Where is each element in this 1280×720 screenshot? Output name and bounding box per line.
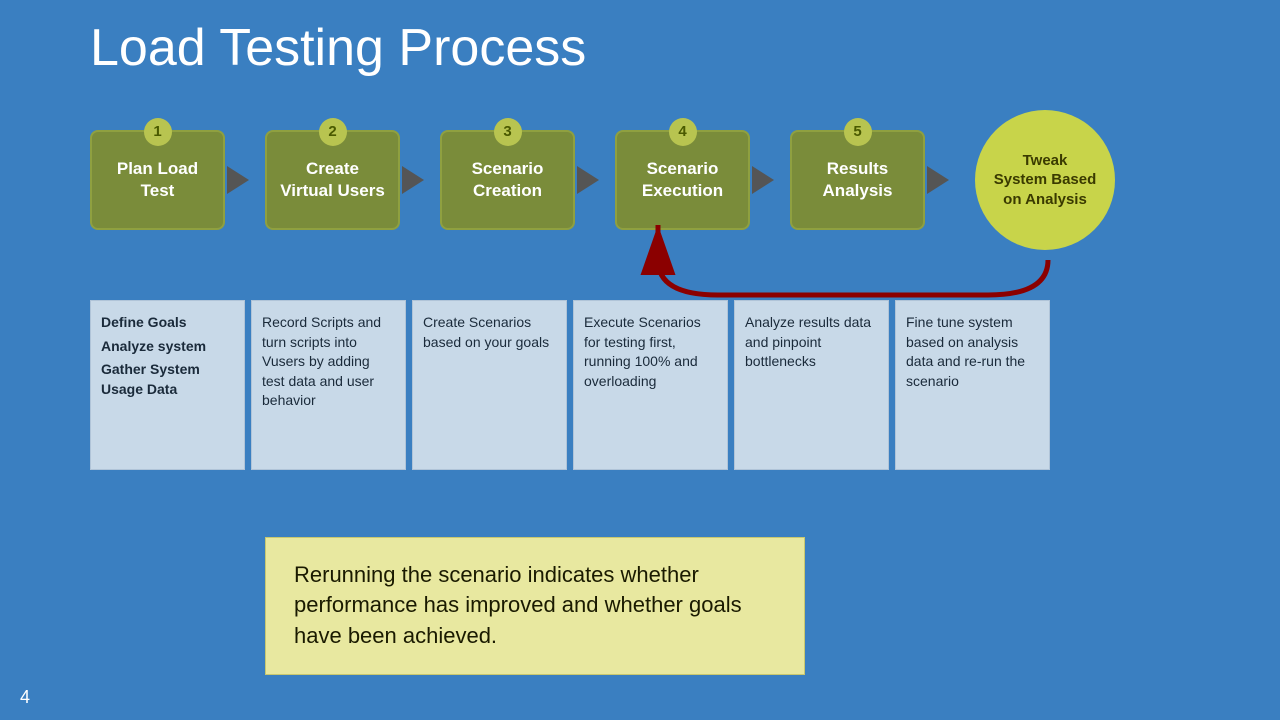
note-box: Rerunning the scenario indicates whether…	[265, 537, 805, 675]
desc-box-6: Fine tune system based on analysis data …	[895, 300, 1050, 470]
step-2-number: 2	[319, 118, 347, 146]
arrow-5-tweak	[927, 166, 963, 194]
step-5-box: 5 ResultsAnalysis	[790, 130, 925, 230]
step-3-box: 3 ScenarioCreation	[440, 130, 575, 230]
step-3-number: 3	[494, 118, 522, 146]
note-text: Rerunning the scenario indicates whether…	[294, 562, 742, 649]
description-row: Define Goals Analyze system Gather Syste…	[90, 300, 1050, 470]
page-number: 4	[20, 687, 30, 708]
desc-6-text: Fine tune system based on analysis data …	[906, 314, 1025, 389]
step-5-number: 5	[844, 118, 872, 146]
desc-1-line1: Define Goals	[101, 313, 234, 333]
step-1: 1 Plan LoadTest	[90, 130, 225, 230]
arrow-2-3	[402, 166, 438, 194]
page-title: Load Testing Process	[90, 18, 586, 78]
step-4-number: 4	[669, 118, 697, 146]
desc-box-4: Execute Scenarios for testing first, run…	[573, 300, 728, 470]
step-4: 4 ScenarioExecution	[615, 130, 750, 230]
desc-4-text: Execute Scenarios for testing first, run…	[584, 314, 701, 389]
step-1-box: 1 Plan LoadTest	[90, 130, 225, 230]
desc-box-2: Record Scripts and turn scripts into Vus…	[251, 300, 406, 470]
desc-3-text: Create Scenarios based on your goals	[423, 314, 549, 350]
desc-5-text: Analyze results data and pinpoint bottle…	[745, 314, 871, 369]
step-3: 3 ScenarioCreation	[440, 130, 575, 230]
step-1-number: 1	[144, 118, 172, 146]
arrow-4-5	[752, 166, 788, 194]
desc-1-line2: Analyze system	[101, 337, 234, 357]
desc-box-5: Analyze results data and pinpoint bottle…	[734, 300, 889, 470]
desc-2-text: Record Scripts and turn scripts into Vus…	[262, 314, 381, 408]
arrow-3-4	[577, 166, 613, 194]
step-2-box: 2 CreateVirtual Users	[265, 130, 400, 230]
desc-box-1: Define Goals Analyze system Gather Syste…	[90, 300, 245, 470]
process-flow: 1 Plan LoadTest 2 CreateVirtual Users 3 …	[90, 110, 1115, 250]
tweak-circle: TweakSystem Basedon Analysis	[975, 110, 1115, 250]
step-4-box: 4 ScenarioExecution	[615, 130, 750, 230]
arrow-1-2	[227, 166, 263, 194]
step-5: 5 ResultsAnalysis	[790, 130, 925, 230]
desc-box-3: Create Scenarios based on your goals	[412, 300, 567, 470]
step-2: 2 CreateVirtual Users	[265, 130, 400, 230]
desc-1-line3: Gather System Usage Data	[101, 360, 234, 399]
